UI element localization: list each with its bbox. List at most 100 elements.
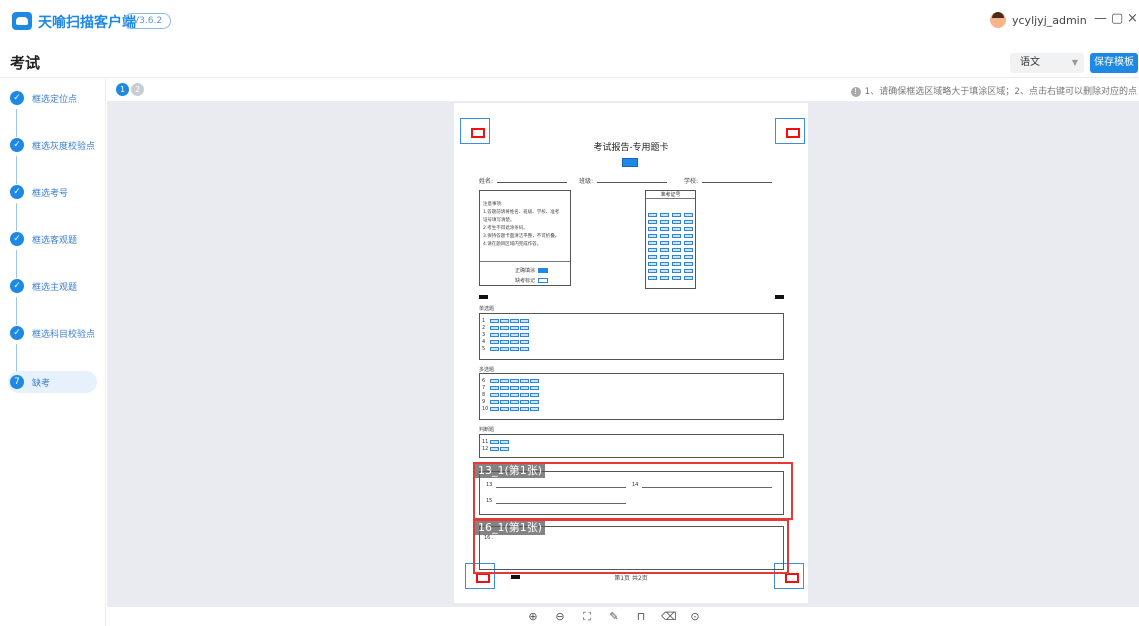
- check-icon: ✓: [10, 232, 24, 246]
- id-bubble: [648, 276, 657, 280]
- option-bubble: [490, 379, 499, 383]
- field-line: [597, 182, 668, 183]
- question-number: 2: [482, 325, 486, 331]
- option-bubble: [500, 347, 509, 351]
- step-number: 7: [10, 375, 24, 389]
- option-bubble: [490, 393, 499, 397]
- option-bubble: [520, 319, 529, 323]
- save-template-button[interactable]: 保存模板: [1090, 53, 1138, 73]
- id-bubble: [672, 220, 681, 224]
- step-label: 框选客观题: [32, 236, 78, 246]
- id-bubble: [660, 248, 669, 252]
- id-bubble: [660, 220, 669, 224]
- field-label: 班级:: [579, 178, 594, 185]
- fill-example-label: 正确填涂: [515, 268, 536, 274]
- option-bubble: [500, 393, 509, 397]
- step-connector: [16, 250, 17, 278]
- option-bubble: [520, 333, 529, 337]
- exam-id-grid[interactable]: 准考证号: [645, 190, 696, 289]
- hint-text: ! 1、请确保框选区域略大于填涂区域；2、点击右键可以删除对应的点: [850, 84, 1137, 97]
- absent-bubble-icon[interactable]: [538, 278, 549, 283]
- hint-message: 1、请确保框选区域略大于填涂区域；2、点击右键可以删除对应的点: [864, 87, 1137, 97]
- option-bubble: [510, 319, 519, 323]
- target-icon[interactable]: ⊙: [688, 610, 702, 623]
- option-bubble: [510, 379, 519, 383]
- notes-text: 注意事项: 1.答题前请将姓名、班级、学校、准考 证号填写清楚。 2.考生不得遮…: [483, 201, 559, 249]
- step-label: 框选科目校验点: [32, 330, 96, 340]
- id-bubble: [684, 276, 693, 280]
- option-bubble: [520, 393, 529, 397]
- fill-example: 正确填涂: [515, 267, 549, 274]
- subject-check-mark: [622, 158, 638, 167]
- option-bubble: [490, 386, 499, 390]
- zoom-out-icon[interactable]: ⊖: [553, 610, 567, 623]
- user-avatar[interactable]: [990, 12, 1006, 28]
- step-connector: [16, 203, 17, 231]
- region-box-13[interactable]: 13_1(第1张): [473, 462, 793, 520]
- section-multi-label: 多选题: [479, 367, 495, 373]
- page-bar: 1 2 ! 1、请确保框选区域略大于填涂区域；2、点击右键可以删除对应的点: [107, 79, 1139, 101]
- id-bubble: [648, 234, 657, 238]
- option-bubble: [530, 386, 539, 390]
- option-bubble: [530, 379, 539, 383]
- app-logo-icon: [12, 12, 32, 30]
- maximize-button[interactable]: ▢: [1111, 11, 1123, 26]
- region-box-16[interactable]: 16_1(第1张): [473, 519, 789, 574]
- section-judge-label: 判断题: [479, 427, 495, 433]
- id-bubble: [684, 234, 693, 238]
- judge-box: [479, 434, 784, 458]
- option-bubble: [490, 340, 499, 344]
- username[interactable]: ycyljyj_admin: [1012, 14, 1087, 27]
- option-bubble: [520, 400, 529, 404]
- question-number: 7: [482, 385, 486, 391]
- id-bubble: [684, 227, 693, 231]
- id-bubble: [672, 213, 681, 217]
- id-bubble: [660, 269, 669, 273]
- id-bubble: [684, 269, 693, 273]
- option-bubble: [500, 326, 509, 330]
- region-label: 13_1(第1张): [475, 464, 546, 478]
- marker-block: [775, 295, 784, 299]
- page-header: 考试 语文 ▼ 保存模板: [0, 48, 1139, 78]
- option-bubble: [510, 340, 519, 344]
- id-bubble: [672, 227, 681, 231]
- steps-sidebar: ✓ 框选定位点 ✓ 框选灰度校验点 ✓ 框选考号 ✓ 框选客观题 ✓ 框选主观题…: [0, 79, 106, 626]
- close-button[interactable]: ×: [1127, 11, 1138, 26]
- step-absent[interactable]: 7 缺考: [8, 371, 97, 393]
- option-bubble: [490, 447, 499, 451]
- id-bubble: [672, 248, 681, 252]
- notes-line: 证号填写清楚。: [483, 218, 515, 223]
- page-1-button[interactable]: 1: [116, 83, 129, 96]
- question-number: 11: [482, 439, 489, 445]
- option-bubble: [530, 400, 539, 404]
- id-bubble: [672, 255, 681, 259]
- answer-sheet[interactable]: 考试报告-专用题卡 姓名: 班级: 学校: 注意事项: 1.答题前请将姓名、班级…: [454, 103, 808, 603]
- id-bubble: [648, 227, 657, 231]
- sheet-title: 考试报告-专用题卡: [593, 143, 669, 153]
- edit-region-icon[interactable]: ✎: [607, 610, 621, 623]
- title-bar: 天喻扫描客户端 V3.6.2 ycyljyj_admin — ▢ ×: [0, 0, 1139, 42]
- id-bubble: [660, 234, 669, 238]
- zoom-in-icon[interactable]: ⊕: [526, 610, 540, 623]
- id-bubble: [684, 241, 693, 245]
- option-bubble: [510, 347, 519, 351]
- option-bubble: [500, 447, 509, 451]
- id-bubble: [672, 262, 681, 266]
- question-number: 6: [482, 378, 486, 384]
- id-bubble: [684, 213, 693, 217]
- id-bubble: [648, 241, 657, 245]
- minimize-button[interactable]: —: [1094, 11, 1107, 26]
- subject-select-value: 语文: [1020, 57, 1040, 68]
- eraser-icon[interactable]: ⌫: [661, 610, 677, 623]
- subject-select[interactable]: 语文 ▼: [1010, 53, 1084, 73]
- field-label: 姓名:: [479, 178, 494, 185]
- notes-line: 2.考生不得遮涂条码。: [483, 226, 528, 231]
- option-bubble: [490, 326, 499, 330]
- page-2-button[interactable]: 2: [131, 83, 144, 96]
- select-region-icon[interactable]: ⊓: [634, 610, 648, 623]
- option-bubble: [490, 400, 499, 404]
- absent-mark[interactable]: 缺考标记: [515, 277, 549, 284]
- version-badge: V3.6.2: [124, 13, 172, 29]
- fit-screen-icon[interactable]: ⛶: [580, 610, 594, 624]
- id-bubble: [660, 276, 669, 280]
